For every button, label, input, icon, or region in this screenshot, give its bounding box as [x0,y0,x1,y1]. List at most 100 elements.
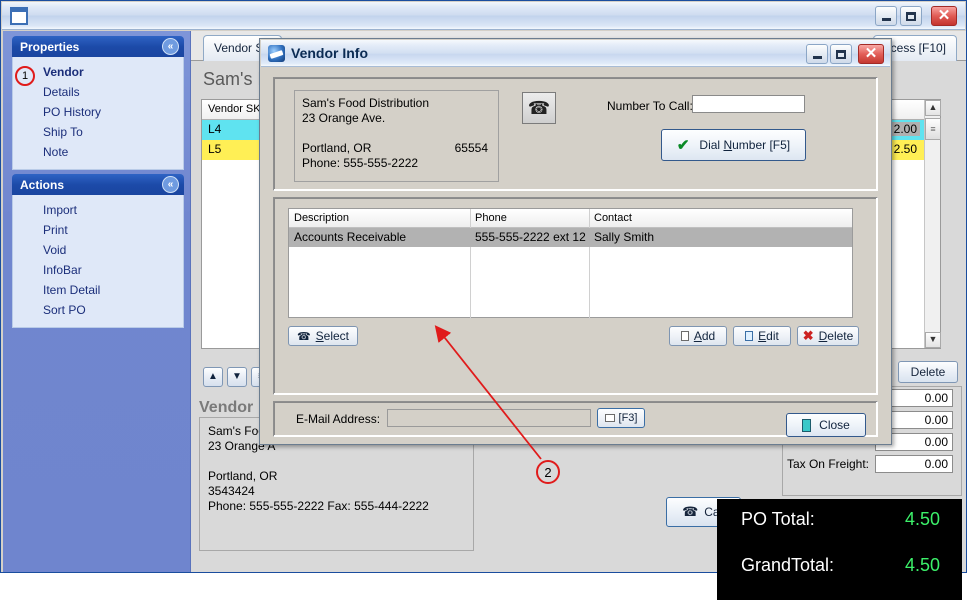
contacts-group: Description Phone Contact Accounts Recei… [273,197,878,395]
cell-description: Accounts Receivable [294,230,407,244]
add-button-label: Add [693,329,716,343]
delete-x-icon: ✖ [802,328,814,343]
grid-delete-button[interactable]: Delete [898,361,958,383]
sidebar-item-item-detail[interactable]: Item Detail [13,280,183,300]
sidebar-item-vendor[interactable]: Vendor [13,62,183,82]
grid-vertical-scrollbar[interactable]: ▲ ≡ ▼ [924,100,941,348]
dialog-maximize-button[interactable] [830,44,852,64]
sidebar-panel-actions: Actions « Import Print Void InfoBar Item… [12,174,184,328]
dial-number-button[interactable]: ✔ Dial Number [F5] [661,129,806,161]
sidebar-item-note[interactable]: Note [13,142,183,162]
po-total-label: PO Total: [741,509,815,529]
tax-on-freight-label: Tax On Freight: [786,457,869,471]
scroll-down-icon[interactable]: ▼ [925,332,941,348]
column-divider [470,209,471,319]
main-window: ✕ Properties « Vendor Details PO History… [0,0,967,600]
chevron-up-icon[interactable]: « [162,176,179,193]
panel-header-properties[interactable]: Properties « [12,36,184,57]
check-icon: ✔ [676,137,690,154]
sidebar: Properties « Vendor Details PO History S… [3,31,191,572]
annotation-badge-1: 1 [15,66,35,86]
delete-button[interactable]: ✖ Delete [797,326,859,346]
add-button[interactable]: Add [669,326,727,346]
dialog-minimize-button[interactable] [806,44,828,64]
app-icon [10,7,28,25]
edit-button-label: Edit [758,329,779,343]
dialog-close-button[interactable]: ✕ [858,44,884,64]
vendor-address-box: Sam's Food Distribution 23 Orange Ave. P… [294,90,499,182]
sidebar-item-ship-to[interactable]: Ship To [13,122,183,142]
sidebar-item-infobar[interactable]: InfoBar [13,260,183,280]
vendor-phone: Phone: 555-555-2222 [302,156,419,170]
telephone-icon[interactable]: ☎ [522,92,556,124]
phone-icon: ☎ [682,504,699,519]
panel-header-label: Properties [20,39,80,54]
delete-button-label: Delete [818,329,854,343]
cell-phone: 555-555-2222 ext 12 [475,230,586,244]
vendor-info-icon [268,45,285,62]
number-to-call-input[interactable] [692,95,805,113]
sidebar-item-po-history[interactable]: PO History [13,102,183,122]
vendor-street: 23 Orange Ave. [302,111,386,125]
email-address-input[interactable] [387,409,591,427]
cell-sku: L5 [208,142,222,156]
table-row[interactable]: Accounts Receivable 555-555-2222 ext 12 … [289,228,852,247]
sidebar-item-sort-po[interactable]: Sort PO [13,300,183,320]
new-document-icon [680,331,689,341]
dialog-titlebar[interactable]: Vendor Info ✕ [261,40,890,67]
vendor-name: Sam's Food Distribution [302,96,430,110]
select-button[interactable]: ☎ Select [288,326,358,346]
dialog-close-action-button[interactable]: Close [786,413,866,437]
cell-sku: L4 [208,122,222,136]
edit-document-icon [745,331,754,341]
vendor-line-blank [208,454,465,469]
amount-row-tax-on-freight: Tax On Freight: 0.00 [783,453,961,475]
cell-value: 2.00 [890,122,920,136]
dialog-body: Sam's Food Distribution 23 Orange Ave. P… [261,67,890,444]
sidebar-item-import[interactable]: Import [13,200,183,220]
edit-button[interactable]: Edit [733,326,791,346]
panel-header-actions[interactable]: Actions « [12,174,184,195]
scroll-up-icon[interactable]: ▲ [925,100,941,116]
vendor-info-dialog: Vendor Info ✕ Sam's Food Distribution 23… [259,38,892,445]
annotation-badge-2: 2 [536,460,560,484]
chevron-up-icon[interactable]: « [162,38,179,55]
vendor-panel-title: Vendor [199,399,254,416]
tax-on-freight-value[interactable]: 0.00 [875,455,953,473]
mail-icon [604,414,615,422]
number-to-call-label: Number To Call: [607,99,693,113]
main-maximize-button[interactable] [900,6,922,26]
vendor-line-phone: Phone: 555-555-2222 Fax: 555-444-2222 [208,499,429,513]
sidebar-item-print[interactable]: Print [13,220,183,240]
column-description: Description [294,212,350,224]
dialog-title: Vendor Info [291,45,368,61]
grid-move-down-button[interactable]: ▼ [227,367,247,387]
grid-move-up-button[interactable]: ▲ [203,367,223,387]
sidebar-item-void[interactable]: Void [13,240,183,260]
main-titlebar: ✕ [2,2,965,30]
dial-number-label: Dial Number [F5] [699,138,791,152]
sidebar-item-details[interactable]: Details [13,82,183,102]
cell-value: 2.50 [893,142,917,156]
contacts-header-row: Description Phone Contact [289,209,852,228]
panel-header-label: Actions [20,177,65,192]
main-close-button[interactable]: ✕ [931,6,957,26]
po-total-row: PO Total: 4.50 [717,499,962,545]
column-phone: Phone [475,212,507,224]
email-lookup-button[interactable]: [F3] [597,408,645,428]
column-divider [589,209,590,319]
email-address-label: E-Mail Address: [296,412,381,426]
select-button-label: Select [315,329,350,343]
cell-contact: Sally Smith [594,230,655,244]
panel-body-properties: Vendor Details PO History Ship To Note [12,57,184,170]
po-total-value: 4.50 [904,509,940,529]
grand-totals-panel: PO Total: 4.50 GrandTotal: 4.50 [717,499,962,600]
phone-book-icon: ☎ [296,330,311,343]
vendor-line-account: 3543424 [208,484,255,498]
main-minimize-button[interactable] [875,6,897,26]
close-icon: ✕ [864,45,878,62]
contacts-table[interactable]: Description Phone Contact Accounts Recei… [288,208,853,319]
grid-column-vendor-sku: Vendor SK [208,103,261,115]
scrollbar-thumb[interactable]: ≡ [925,118,941,140]
